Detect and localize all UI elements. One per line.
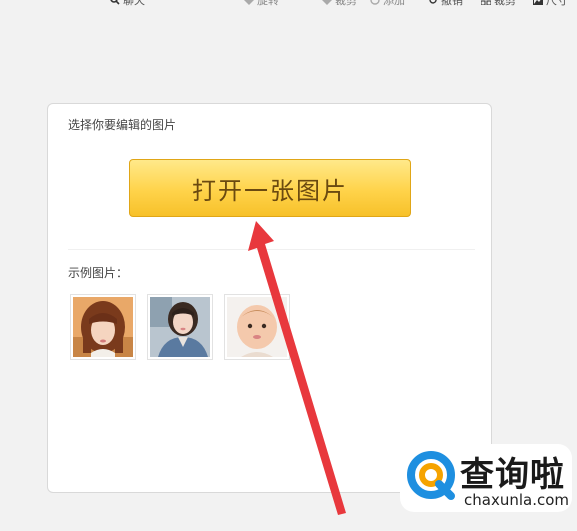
watermark-badge: 查询啦 chaxunla.com (400, 444, 572, 512)
watermark-url: chaxunla.com (464, 491, 569, 509)
watermark-text: 查询啦 (460, 455, 565, 495)
watermark-q-icon (407, 451, 455, 500)
